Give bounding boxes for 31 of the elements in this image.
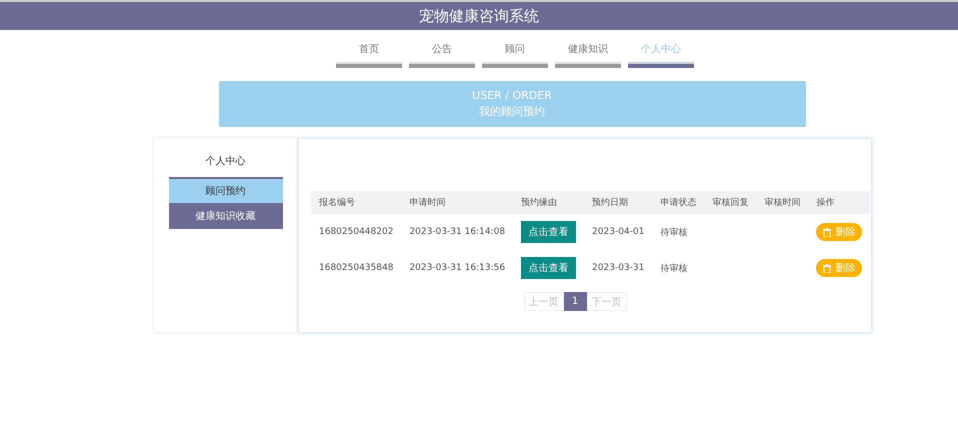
column-header: 审核回复 [704, 191, 756, 214]
nav-tab[interactable]: 首页 [336, 42, 402, 68]
table-cell-text: 待审核 [659, 262, 688, 276]
view-button[interactable]: 点击查看 [521, 257, 576, 279]
sidebar-item[interactable]: 顾问预约 [168, 177, 282, 203]
table-cell: 2023-04-01 [584, 214, 652, 250]
table-cell: 1680250448202 [311, 214, 402, 250]
table-cell: 待审核 [652, 214, 704, 250]
trash-icon [823, 264, 832, 272]
column-header: 预约日期 [584, 191, 652, 214]
site-title: 宠物健康咨询系统 [419, 6, 539, 26]
column-header: 申请时间 [401, 191, 514, 214]
column-header: 预约缘由 [513, 191, 584, 214]
table-cell-text: 2023-03-31 [591, 262, 646, 275]
sidebar-item[interactable]: 健康知识收藏 [168, 203, 282, 229]
banner-subtitle: USER / ORDER [472, 89, 552, 102]
column-header: 报名编号 [311, 191, 402, 214]
view-button[interactable]: 点击查看 [521, 221, 576, 243]
nav-tab[interactable]: 公告 [409, 42, 475, 68]
sidebar-title: 个人中心 [206, 154, 246, 168]
table-cell-text: 1680250435848 [318, 262, 394, 275]
column-header: 审核时间 [756, 191, 808, 214]
banner-title: 我的顾问预约 [479, 104, 545, 119]
page-button[interactable]: 1 [564, 292, 586, 311]
nav-tab[interactable]: 健康知识 [555, 42, 621, 68]
trash-icon [823, 228, 832, 236]
table-cell: 2023-03-31 16:14:08 [401, 214, 514, 250]
column-header: 操作 [808, 191, 870, 214]
nav-tab[interactable]: 顾问 [482, 42, 548, 68]
table-cell-text: 2023-03-31 16:13:56 [408, 262, 506, 275]
column-header: 申请状态 [652, 191, 704, 214]
